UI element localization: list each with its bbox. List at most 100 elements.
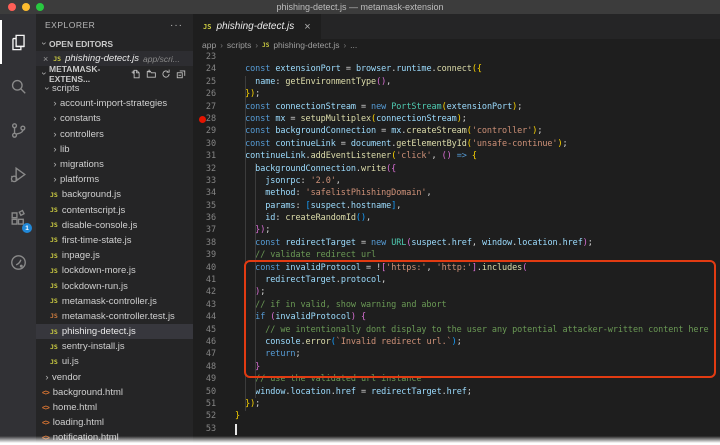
line-number[interactable]: 30 — [193, 138, 216, 150]
code-line-48[interactable]: 48 } — [193, 361, 720, 373]
code-line-37[interactable]: 37 }); — [193, 224, 720, 236]
code-line-27[interactable]: 27 const connectionStream = new PortStre… — [193, 101, 720, 113]
breadcrumb-app[interactable]: app — [202, 40, 216, 50]
code-line-23[interactable]: 23 — [193, 51, 720, 63]
line-number[interactable]: 51 — [193, 398, 216, 410]
code-line-30[interactable]: 30 const continueLink = document.getElem… — [193, 138, 720, 150]
tree-item-contentscript.js[interactable]: JScontentscript.js — [36, 203, 193, 218]
tree-item-loading.html[interactable]: <>loading.html — [36, 415, 193, 430]
code-line-39[interactable]: 39 // validate redirect url — [193, 249, 720, 261]
line-number[interactable]: 45 — [193, 324, 216, 336]
line-number[interactable]: 35 — [193, 200, 216, 212]
code-line-29[interactable]: 29 const backgroundConnection = mx.creat… — [193, 125, 720, 137]
line-number[interactable]: 44 — [193, 311, 216, 323]
code-line-41[interactable]: 41 redirectTarget.protocol, — [193, 274, 720, 286]
line-number[interactable]: 49 — [193, 373, 216, 385]
code-line-51[interactable]: 51 }); — [193, 398, 720, 410]
line-number[interactable]: 40 — [193, 262, 216, 274]
line-number[interactable]: 39 — [193, 249, 216, 261]
line-number[interactable]: 37 — [193, 224, 216, 236]
explorer-icon[interactable] — [0, 20, 36, 64]
line-number[interactable]: 36 — [193, 212, 216, 224]
line-number[interactable]: 47 — [193, 348, 216, 360]
code-line-26[interactable]: 26 }); — [193, 88, 720, 100]
tree-item-background.html[interactable]: <>background.html — [36, 385, 193, 400]
tree-item-metamask-controller.test.js[interactable]: JSmetamask-controller.test.js — [36, 309, 193, 324]
line-number[interactable]: 48 — [193, 361, 216, 373]
code-editor[interactable]: 2324 const extensionPort = browser.runti… — [193, 51, 720, 445]
code-line-31[interactable]: 31 continueLink.addEventListener('click'… — [193, 150, 720, 162]
tree-item-account-import-strategies[interactable]: ›account-import-strategies — [36, 96, 193, 111]
code-line-35[interactable]: 35 params: [suspect.hostname], — [193, 200, 720, 212]
source-control-icon[interactable] — [0, 108, 36, 152]
code-line-45[interactable]: 45 // we intentionally dont display to t… — [193, 324, 720, 336]
tree-item-lockdown-run.js[interactable]: JSlockdown-run.js — [36, 278, 193, 293]
tab-close-icon[interactable]: × — [304, 21, 310, 33]
code-line-49[interactable]: 49 // use the validated url instance — [193, 373, 720, 385]
collapse-all-icon[interactable] — [176, 69, 186, 79]
breadcrumb-file[interactable]: phishing-detect.js — [273, 40, 339, 50]
code-line-43[interactable]: 43 // if in valid, show warning and abor… — [193, 299, 720, 311]
tree-item-inpage.js[interactable]: JSinpage.js — [36, 248, 193, 263]
tree-item-lockdown-more.js[interactable]: JSlockdown-more.js — [36, 263, 193, 278]
tree-item-first-time-state.js[interactable]: JSfirst-time-state.js — [36, 233, 193, 248]
code-line-40[interactable]: 40 const invalidProtocol = !['https:', '… — [193, 262, 720, 274]
code-line-28[interactable]: 28 const mx = setupMultiplex(connectionS… — [193, 113, 720, 125]
line-number[interactable]: 25 — [193, 76, 216, 88]
breadcrumb-scripts[interactable]: scripts — [227, 40, 252, 50]
extensions-icon[interactable]: 1 — [0, 196, 36, 240]
line-number[interactable]: 46 — [193, 336, 216, 348]
tree-item-controllers[interactable]: ›controllers — [36, 127, 193, 142]
tree-item-lib[interactable]: ›lib — [36, 142, 193, 157]
code-line-25[interactable]: 25 name: getEnvironmentType(), — [193, 76, 720, 88]
code-line-50[interactable]: 50 window.location.href = redirectTarget… — [193, 386, 720, 398]
explorer-more-actions-icon[interactable]: ··· — [170, 20, 183, 31]
extension-circle-icon[interactable] — [0, 240, 36, 284]
line-number[interactable]: 50 — [193, 386, 216, 398]
tree-item-sentry-install.js[interactable]: JSsentry-install.js — [36, 339, 193, 354]
search-icon[interactable] — [0, 64, 36, 108]
code-line-47[interactable]: 47 return; — [193, 348, 720, 360]
run-and-debug-icon[interactable] — [0, 152, 36, 196]
tree-item-migrations[interactable]: ›migrations — [36, 157, 193, 172]
tree-item-background.js[interactable]: JSbackground.js — [36, 187, 193, 202]
tree-item-home.html[interactable]: <>home.html — [36, 400, 193, 415]
line-number[interactable]: 43 — [193, 299, 216, 311]
code-line-24[interactable]: 24 const extensionPort = browser.runtime… — [193, 63, 720, 75]
line-number[interactable]: 53 — [193, 423, 216, 435]
line-number[interactable]: 32 — [193, 163, 216, 175]
line-number[interactable]: 29 — [193, 125, 216, 137]
line-number[interactable]: 24 — [193, 63, 216, 75]
tree-item-ui.js[interactable]: JSui.js — [36, 354, 193, 369]
line-number[interactable]: 33 — [193, 175, 216, 187]
tree-item-metamask-controller.js[interactable]: JSmetamask-controller.js — [36, 294, 193, 309]
tree-item-platforms[interactable]: ›platforms — [36, 172, 193, 187]
refresh-icon[interactable] — [161, 69, 171, 79]
project-section-header[interactable]: › METAMASK-EXTENS... — [36, 66, 193, 81]
new-file-icon[interactable] — [131, 69, 141, 79]
code-line-32[interactable]: 32 backgroundConnection.write({ — [193, 163, 720, 175]
tree-item-disable-console.js[interactable]: JSdisable-console.js — [36, 218, 193, 233]
code-line-44[interactable]: 44 if (invalidProtocol) { — [193, 311, 720, 323]
code-line-33[interactable]: 33 jsonrpc: '2.0', — [193, 175, 720, 187]
code-line-53[interactable]: 53 — [193, 423, 720, 435]
code-line-46[interactable]: 46 console.error(`Invalid redirect url.`… — [193, 336, 720, 348]
line-number[interactable]: 28 — [193, 113, 216, 125]
line-number[interactable]: 38 — [193, 237, 216, 249]
line-number[interactable]: 27 — [193, 101, 216, 113]
code-line-34[interactable]: 34 method: 'safelistPhishingDomain', — [193, 187, 720, 199]
code-line-36[interactable]: 36 id: createRandomId(), — [193, 212, 720, 224]
tree-item-phishing-detect.js[interactable]: JSphishing-detect.js — [36, 324, 193, 339]
line-number[interactable]: 26 — [193, 88, 216, 100]
code-line-52[interactable]: 52} — [193, 410, 720, 422]
line-number[interactable]: 41 — [193, 274, 216, 286]
open-editors-header[interactable]: › OPEN EDITORS — [36, 36, 193, 51]
tab-phishing-detect[interactable]: JS phishing-detect.js × — [193, 14, 321, 39]
close-editor-icon[interactable]: × — [43, 54, 48, 64]
new-folder-icon[interactable] — [146, 69, 156, 79]
line-number[interactable]: 23 — [193, 51, 216, 63]
tree-item-constants[interactable]: ›constants — [36, 111, 193, 126]
breadcrumb-symbol[interactable]: ... — [350, 40, 357, 50]
tree-item-vendor[interactable]: ›vendor — [36, 370, 193, 385]
line-number[interactable]: 42 — [193, 286, 216, 298]
